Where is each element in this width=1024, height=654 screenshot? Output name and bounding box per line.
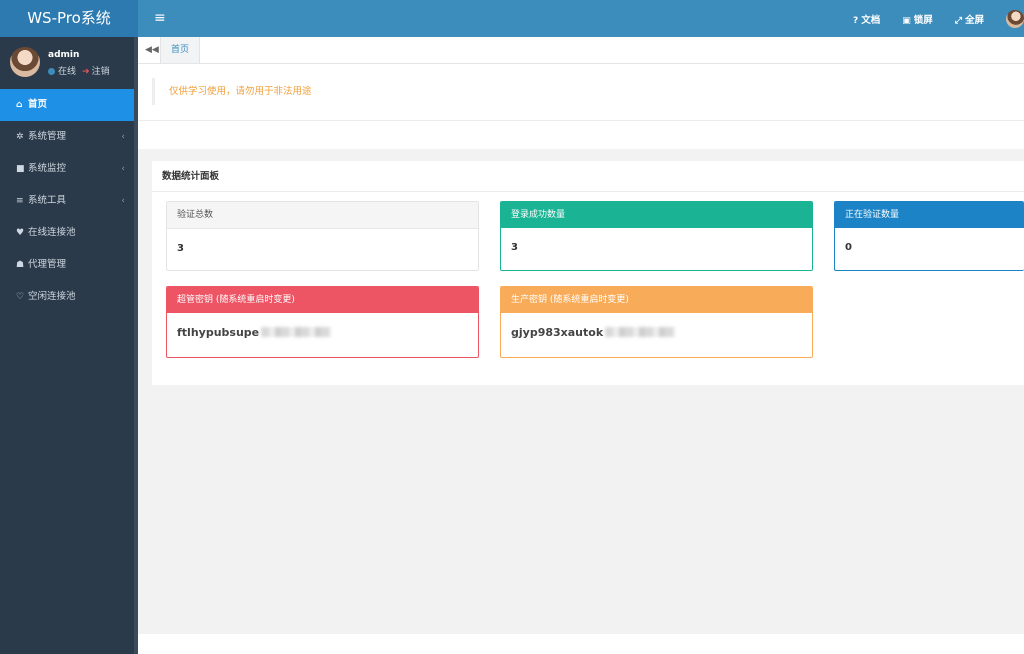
heartbeat-icon: ♥ bbox=[16, 228, 25, 238]
sidebar-item-proxy-management[interactable]: ☗ 代理管理 bbox=[0, 249, 138, 281]
lock-icon: ▣ bbox=[902, 15, 911, 26]
video-icon: ■ bbox=[16, 164, 25, 174]
sidebar-menu: ⌂ 首页 ✲ 系统管理 ‹ ■ 系统监控 ‹ ≡ 系统工具 ‹ ♥ 在线连接池 ☗ 代理管理… bbox=[0, 89, 138, 313]
menu-toggle-icon[interactable]: ≡ bbox=[154, 0, 166, 37]
card-total-verifications: 验证总数 3 bbox=[166, 201, 479, 271]
logout-icon[interactable]: ➜ bbox=[82, 67, 90, 77]
card-header: 登录成功数量 bbox=[501, 202, 812, 228]
card-admin-key: 超管密钥 (随系统重启时变更) ftlhypubsupe bbox=[166, 286, 479, 358]
docs-label: 文档 bbox=[861, 14, 881, 26]
card-value: 3 bbox=[511, 242, 518, 253]
logout-link[interactable]: 注销 bbox=[92, 67, 110, 77]
docs-button[interactable]: ? 文档 bbox=[853, 12, 880, 26]
top-navbar: ≡ ? 文档 ▣ 锁屏 ⤢ 全屏 bbox=[138, 0, 1024, 37]
user-status: 在线 ➜ 注销 bbox=[48, 64, 110, 77]
card-value: 0 bbox=[845, 242, 852, 253]
avatar bbox=[10, 47, 40, 77]
fullscreen-label: 全屏 bbox=[964, 14, 984, 26]
card-header: 超管密钥 (随系统重启时变更) bbox=[167, 287, 478, 313]
redaction-blur bbox=[261, 327, 332, 337]
top-actions: ? 文档 ▣ 锁屏 ⤢ 全屏 bbox=[853, 0, 1024, 37]
admin-key-value: ftlhypubsupe bbox=[177, 326, 260, 339]
production-key-value: gjyp983xautok bbox=[511, 326, 604, 339]
chevron-left-icon: ‹ bbox=[121, 164, 125, 174]
home-icon: ⌂ bbox=[16, 100, 23, 110]
sidebar-item-label: 首页 bbox=[28, 99, 48, 110]
user-name: admin bbox=[48, 50, 80, 60]
sidebar-item-label: 系统工具 bbox=[28, 195, 67, 206]
sidebar-item-label: 系统管理 bbox=[28, 131, 67, 142]
footer-strip bbox=[138, 634, 1024, 654]
online-status: 在线 bbox=[58, 67, 77, 77]
card-header: 正在验证数量 bbox=[835, 202, 1024, 228]
redaction-blur bbox=[605, 327, 676, 337]
card-value: 3 bbox=[177, 243, 184, 254]
sidebar-item-home[interactable]: ⌂ 首页 bbox=[0, 89, 138, 121]
card-value: gjyp983xautok bbox=[501, 313, 812, 355]
content-spacer bbox=[138, 121, 1024, 149]
chevron-left-icon: ‹ bbox=[121, 132, 125, 142]
gear-icon: ✲ bbox=[16, 132, 24, 142]
sidebar-item-online-pool[interactable]: ♥ 在线连接池 bbox=[0, 217, 138, 249]
tab-bar: ◀◀ 首页 bbox=[138, 37, 1024, 64]
notice-box: 仅供学习使用，请勿用于非法用途 bbox=[138, 64, 1024, 121]
card-production-key: 生产密钥 (随系统重启时变更) gjyp983xautok bbox=[500, 286, 813, 358]
lock-screen-button[interactable]: ▣ 锁屏 bbox=[902, 12, 933, 26]
fullscreen-button[interactable]: ⤢ 全屏 bbox=[955, 12, 984, 26]
chevron-left-icon: ‹ bbox=[121, 196, 125, 206]
notice-text: 仅供学习使用，请勿用于非法用途 bbox=[152, 78, 312, 105]
sidebar-item-label: 代理管理 bbox=[28, 259, 67, 270]
sidebar-item-label: 在线连接池 bbox=[28, 227, 76, 238]
sidebar-item-system-management[interactable]: ✲ 系统管理 ‹ bbox=[0, 121, 138, 153]
sidebar-item-system-monitor[interactable]: ■ 系统监控 ‹ bbox=[0, 153, 138, 185]
app-logo[interactable]: WS-Pro系统 bbox=[0, 0, 138, 37]
sidebar-item-label: 空闲连接池 bbox=[28, 291, 76, 302]
lock-label: 锁屏 bbox=[913, 14, 933, 26]
card-login-success: 登录成功数量 3 bbox=[500, 201, 813, 271]
sidebar-item-label: 系统监控 bbox=[28, 163, 67, 174]
question-icon: ? bbox=[853, 15, 859, 26]
tab-home[interactable]: 首页 bbox=[160, 37, 201, 63]
users-icon: ☗ bbox=[16, 260, 25, 270]
heart-outline-icon: ♡ bbox=[16, 292, 25, 302]
list-icon: ≡ bbox=[16, 196, 24, 206]
card-header: 生产密钥 (随系统重启时变更) bbox=[501, 287, 812, 313]
card-verifying: 正在验证数量 0 bbox=[834, 201, 1024, 271]
card-value: ftlhypubsupe bbox=[167, 313, 478, 355]
tab-scroll-left-icon[interactable]: ◀◀ bbox=[145, 37, 159, 63]
sidebar-item-system-tools[interactable]: ≡ 系统工具 ‹ bbox=[0, 185, 138, 217]
sidebar: WS-Pro系统 admin 在线 ➜ 注销 ⌂ 首页 ✲ 系统管理 ‹ ■ 系统监控 ‹… bbox=[0, 0, 138, 654]
top-avatar[interactable] bbox=[1006, 9, 1024, 28]
user-panel: admin 在线 ➜ 注销 bbox=[0, 37, 138, 89]
card-header: 验证总数 bbox=[167, 202, 478, 229]
stats-panel: 数据统计面板 验证总数 3 登录成功数量 3 正在验证数量 0 超管密钥 (随系… bbox=[152, 161, 1024, 385]
sidebar-item-idle-pool[interactable]: ♡ 空闲连接池 bbox=[0, 281, 138, 313]
expand-icon: ⤢ bbox=[954, 15, 962, 26]
online-dot-icon bbox=[48, 68, 55, 75]
panel-title: 数据统计面板 bbox=[152, 161, 1024, 192]
